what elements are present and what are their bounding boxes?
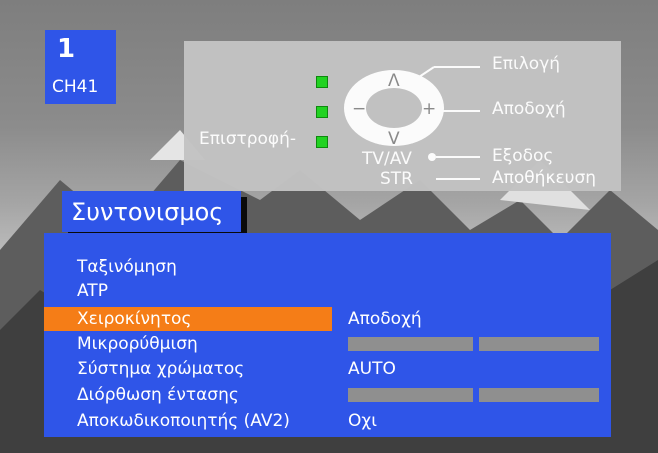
menu-title-box: Συντονισμος	[62, 191, 241, 232]
green-led-icon	[316, 136, 328, 148]
volume-bar-right[interactable]	[479, 388, 599, 402]
menu-item-label: Χειροκίνητος	[77, 309, 192, 329]
color-system-value: AUTO	[348, 359, 396, 379]
channel-number: 1	[57, 34, 76, 64]
menu-item-label: Σύστημα χρώματος	[77, 359, 245, 379]
volume-bar-left[interactable]	[348, 388, 473, 402]
tuning-menu: Ταξινόμηση ATP Χειροκίνητος Αποδοχή Μικρ…	[44, 233, 611, 437]
menu-item-volume-correction[interactable]: Διόρθωση έντασης	[44, 383, 332, 407]
green-led-icon	[316, 76, 328, 88]
channel-indicator: 1 CH41	[45, 30, 116, 104]
menu-item-sort[interactable]: Ταξινόμηση	[44, 255, 332, 279]
menu-title: Συντονισμος	[71, 198, 224, 226]
menu-item-label: ATP	[77, 281, 108, 301]
minus-icon: −	[352, 99, 367, 119]
tvav-dot-icon	[428, 153, 436, 161]
menu-item-decoder[interactable]: Αποκωδικοποιητής (AV2)	[44, 409, 332, 433]
accept-label: Αποδοχή	[492, 99, 566, 119]
channel-name: CH41	[52, 77, 99, 97]
fine-tune-bar-right[interactable]	[479, 337, 599, 351]
str-label: STR	[380, 169, 413, 189]
tvav-label: TV/AV	[362, 149, 412, 169]
back-label: Επιστροφή-	[199, 129, 297, 149]
menu-item-color-system[interactable]: Σύστημα χρώματος	[44, 357, 332, 381]
menu-item-label: Ταξινόμηση	[77, 257, 177, 277]
fine-tune-bar-left[interactable]	[348, 337, 473, 351]
down-arrow-icon: V	[388, 129, 400, 149]
manual-value: Αποδοχή	[348, 309, 422, 329]
remote-help-panel: Λ V − + Επιστροφή- TV/AV STR Επιλογή Απο…	[184, 41, 621, 191]
exit-label: Εξοδος	[492, 146, 554, 166]
store-label: Αποθήκευση	[492, 168, 597, 188]
menu-item-label: Μικρορύθμιση	[77, 334, 198, 354]
menu-item-atp[interactable]: ATP	[44, 279, 332, 303]
select-label: Επιλογή	[492, 54, 561, 74]
menu-item-fine-tune[interactable]: Μικρορύθμιση	[44, 332, 332, 356]
menu-item-label: Αποκωδικοποιητής (AV2)	[77, 411, 290, 431]
plus-icon: +	[422, 99, 437, 119]
green-led-icon	[316, 106, 328, 118]
up-arrow-icon: Λ	[388, 71, 400, 91]
decoder-value: Οχι	[348, 411, 377, 431]
menu-item-label: Διόρθωση έντασης	[77, 385, 239, 405]
menu-item-manual[interactable]: Χειροκίνητος	[44, 307, 332, 331]
tv-screen: 1 CH41 Λ V − + Επιστροφή- TV/AV STR Επιλ…	[0, 0, 658, 453]
